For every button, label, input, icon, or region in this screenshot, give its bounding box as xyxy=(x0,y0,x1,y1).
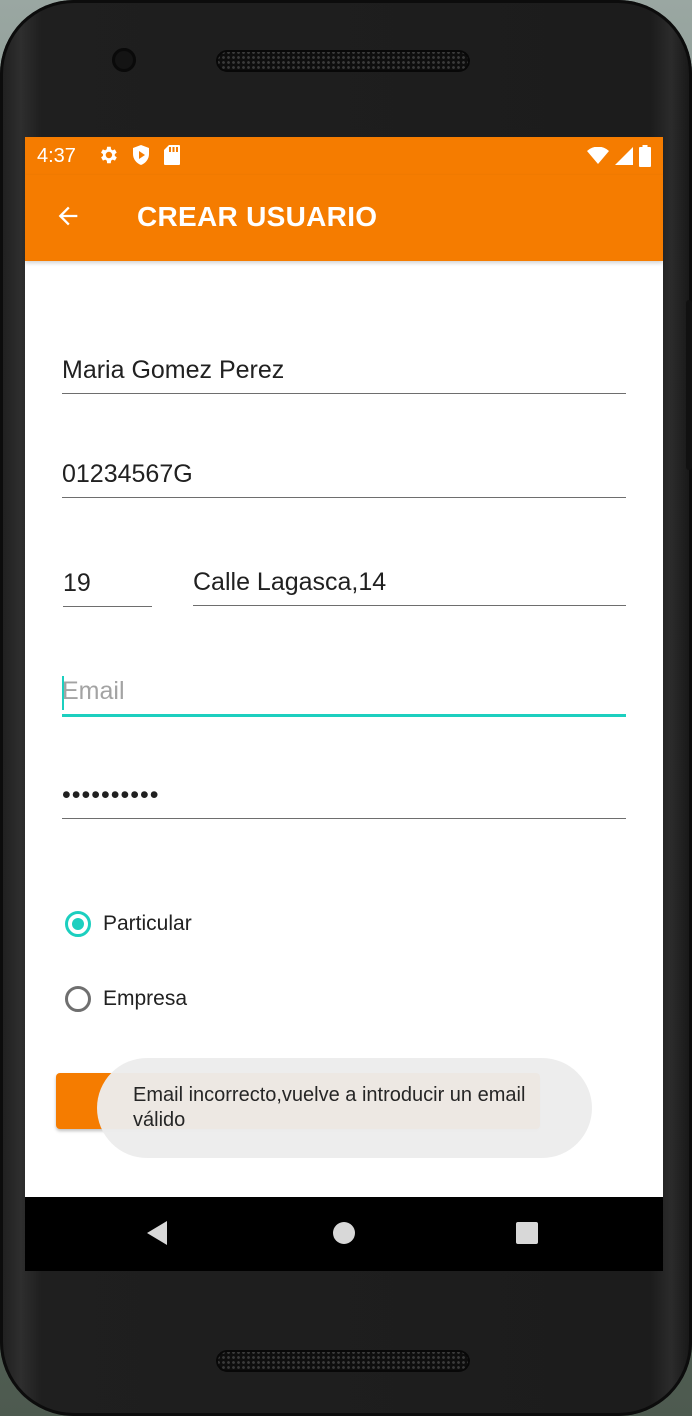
password-field-value: •••••••••• xyxy=(62,781,160,809)
password-field[interactable]: •••••••••• xyxy=(62,778,626,819)
status-bar: 4:37 xyxy=(25,137,663,175)
home-circle-icon[interactable] xyxy=(332,1219,356,1252)
radio-label-particular: Particular xyxy=(103,912,192,935)
top-speaker-grille xyxy=(216,50,470,72)
phone-frame: 4:37 CREAR USUARIO Maria Gomez Perez 012… xyxy=(0,0,692,1416)
radio-button-unchecked[interactable] xyxy=(65,986,91,1012)
page-title: CREAR USUARIO xyxy=(137,201,378,232)
navigation-bar xyxy=(25,1197,663,1271)
status-notification-icons xyxy=(97,144,181,171)
shield-icon xyxy=(131,144,151,171)
toast-text: Email incorrecto,vuelve a introducir un … xyxy=(133,1084,526,1131)
address-field[interactable]: Calle Lagasca,14 xyxy=(193,565,626,606)
sd-card-icon xyxy=(163,144,181,171)
wifi-icon xyxy=(587,146,609,170)
radio-button-checked[interactable] xyxy=(65,911,91,937)
dni-field[interactable]: 01234567G xyxy=(62,457,626,498)
settings-icon xyxy=(97,144,119,171)
battery-icon xyxy=(639,145,651,172)
bottom-speaker-grille xyxy=(216,1350,470,1372)
phone-side-button xyxy=(686,300,692,470)
app-bar: CREAR USUARIO xyxy=(25,175,663,261)
back-triangle-icon[interactable] xyxy=(145,1219,169,1252)
radio-option-particular[interactable]: Particular xyxy=(65,911,192,937)
device-screen: 4:37 CREAR USUARIO Maria Gomez Perez 012… xyxy=(25,137,663,1271)
front-camera xyxy=(112,48,136,72)
status-time: 4:37 xyxy=(37,145,76,167)
recents-square-icon[interactable] xyxy=(515,1219,539,1252)
radio-option-empresa[interactable]: Empresa xyxy=(65,986,187,1012)
back-button[interactable] xyxy=(47,197,89,239)
toast-message: Email incorrecto,vuelve a introducir un … xyxy=(97,1058,592,1158)
age-field[interactable]: 19 xyxy=(63,566,152,607)
status-system-icons xyxy=(587,145,651,172)
name-field[interactable]: Maria Gomez Perez xyxy=(62,353,626,394)
signal-icon xyxy=(615,147,633,170)
email-field-placeholder: Email xyxy=(62,677,125,705)
address-field-value: Calle Lagasca,14 xyxy=(193,568,387,596)
email-field[interactable]: Email xyxy=(62,674,626,717)
age-field-value: 19 xyxy=(63,569,91,597)
name-field-value: Maria Gomez Perez xyxy=(62,356,285,384)
arrow-back-icon xyxy=(54,202,82,235)
dni-field-value: 01234567G xyxy=(62,460,193,488)
text-cursor xyxy=(62,676,64,710)
radio-label-empresa: Empresa xyxy=(103,987,188,1010)
